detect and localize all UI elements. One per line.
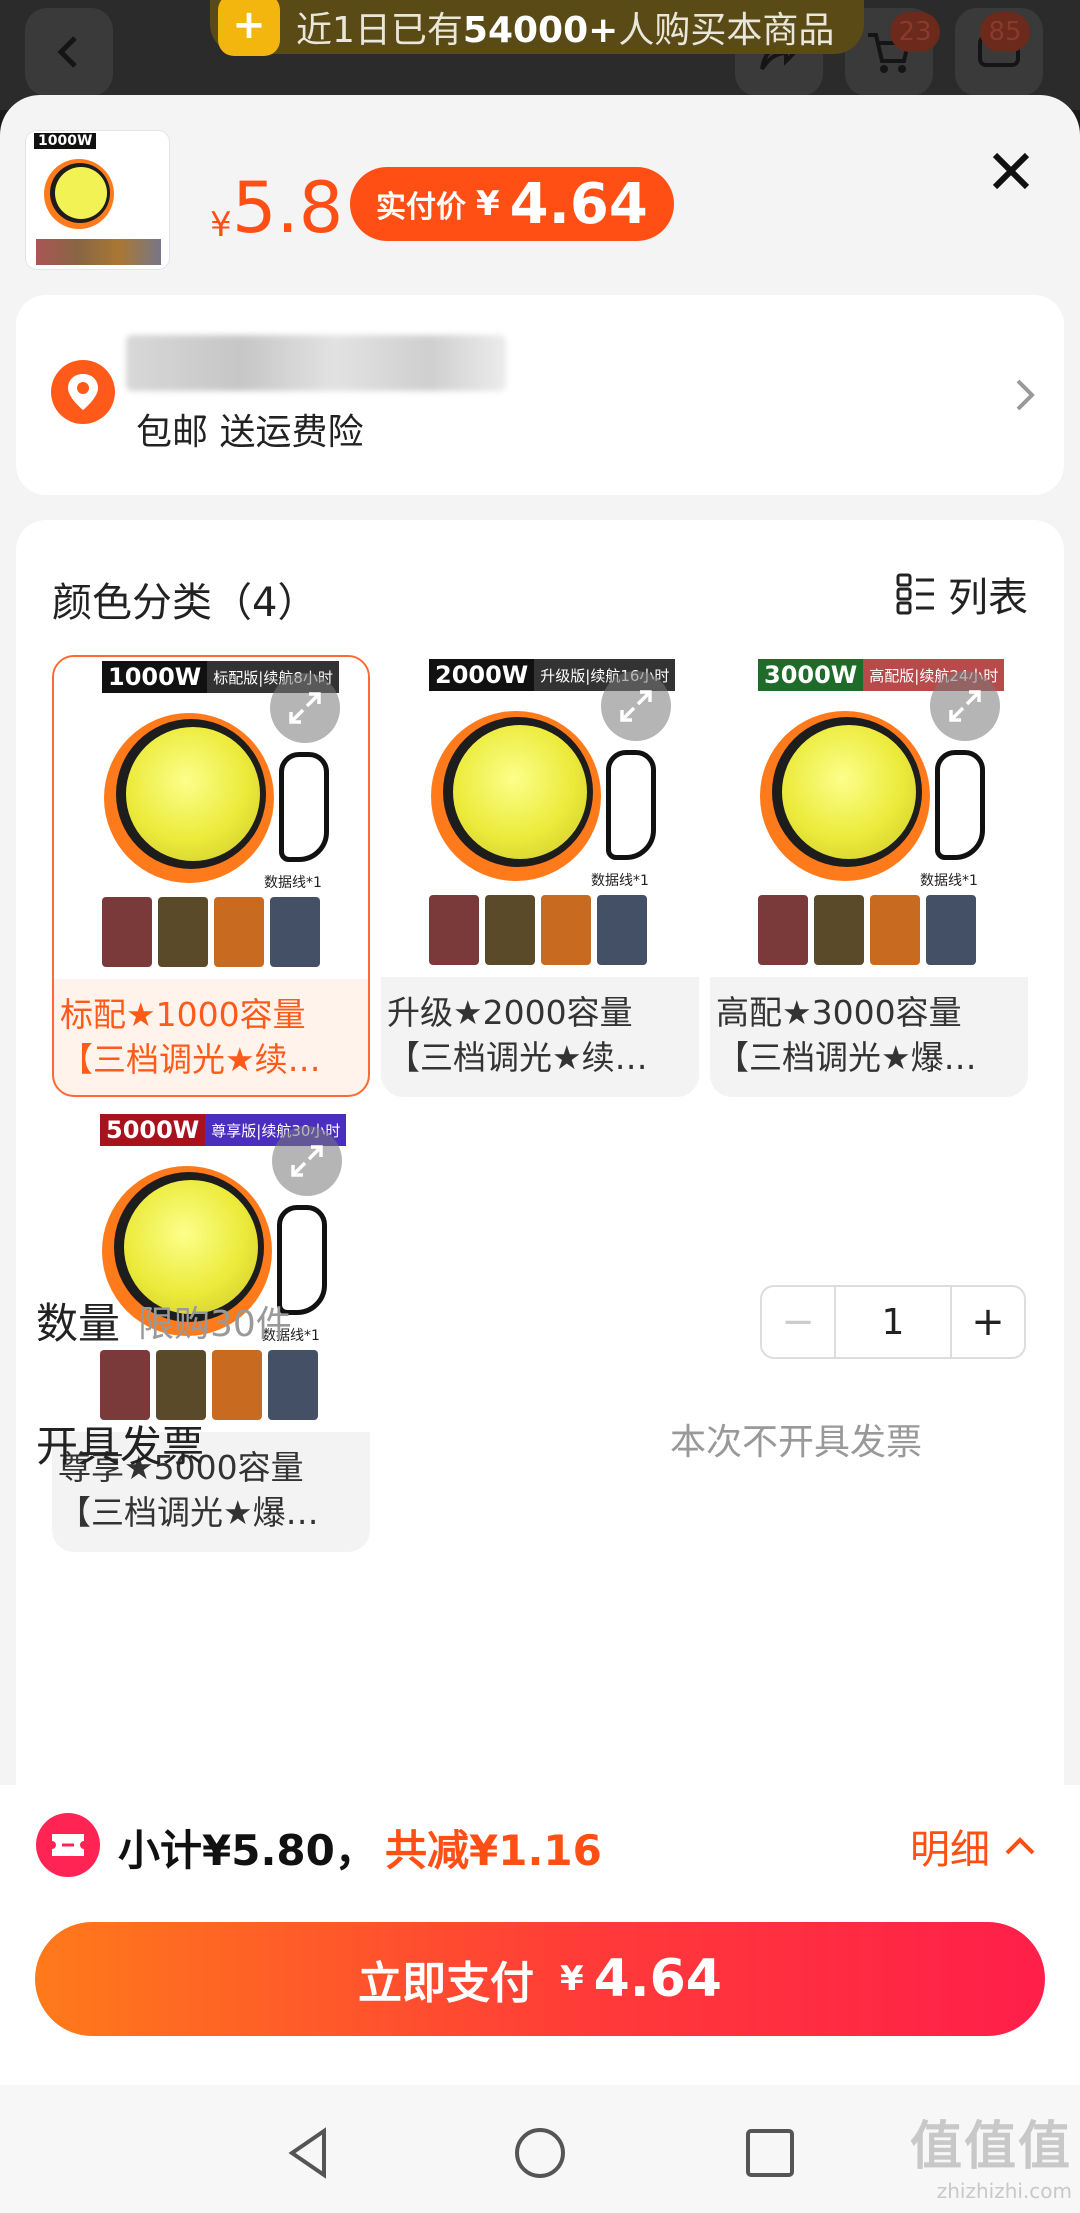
expand-icon: [291, 1145, 323, 1177]
quantity-value[interactable]: 1: [834, 1287, 952, 1357]
nav-recents-icon[interactable]: [742, 2125, 798, 2181]
blurred-address: [126, 335, 506, 391]
nav-home-icon[interactable]: [512, 2125, 568, 2181]
system-navigation-bar: 值值值 zhizhizhi.com: [0, 2085, 1080, 2213]
checkout-footer: 小计¥5.80， 共减¥1.16 明细 立即支付 ¥ 4.64 值值值 zhiz…: [0, 1785, 1080, 2213]
quantity-label: 数量: [36, 1299, 121, 1348]
variant-label-line2: 【三档调光★续…: [60, 1040, 321, 1079]
back-button[interactable]: [25, 8, 113, 96]
pay-now-button[interactable]: 立即支付 ¥ 4.64: [35, 1922, 1045, 2036]
chevron-right-icon: [1016, 379, 1035, 411]
sheet-header: 1000W ¥ 5.8 实付价 ¥ 4.64: [0, 95, 1080, 285]
variant-option-1000w[interactable]: 1000W 标配版|续航8小时 数据线*1 标配★1000容量 【三档调光★续…: [52, 655, 370, 1097]
location-pin-icon: [51, 360, 115, 424]
shipping-info: 包邮 送运费险: [136, 412, 364, 453]
actual-price-currency: ¥: [476, 184, 500, 224]
purchase-promo-banner: + 近1日已有54000+人购买本商品: [210, 0, 865, 56]
sku-selector-sheet: 1000W ¥ 5.8 实付价 ¥ 4.64 包邮 送运费险 颜色分类（4） 列…: [0, 95, 1080, 2213]
variant-label-line2: 【三档调光★爆…: [58, 1493, 319, 1532]
list-view-label: 列表: [948, 575, 1028, 621]
expand-image-button[interactable]: [930, 671, 1000, 741]
actual-price-label: 实付价: [376, 190, 466, 225]
subtotal: 小计¥5.80，: [118, 1826, 377, 1875]
variant-label-line2: 【三档调光★爆…: [716, 1038, 977, 1077]
variant-section-title: 颜色分类（4）: [52, 580, 318, 626]
variant-label-line2: 【三档调光★续…: [387, 1038, 648, 1077]
actual-price-value: 4.64: [509, 171, 648, 237]
invoice-value[interactable]: 本次不开具发票: [670, 1413, 922, 1465]
variant-option-2000w[interactable]: 2000W 升级版|续航16小时 数据线*1 升级★2000容量 【三档调光★续…: [381, 655, 699, 1097]
detail-label: 明细: [910, 1827, 990, 1873]
pay-now-amount: 4.64: [593, 1949, 722, 2009]
price-currency: ¥: [210, 205, 232, 245]
expand-icon: [620, 690, 652, 722]
message-badge: 85: [980, 12, 1030, 52]
thumb-tag: 1000W: [34, 133, 97, 149]
product-thumbnail[interactable]: 1000W: [25, 130, 170, 270]
expand-image-button[interactable]: [272, 1126, 342, 1196]
decrement-button[interactable]: −: [762, 1287, 834, 1357]
expand-image-button[interactable]: [270, 673, 340, 743]
discount-total: 共减¥1.16: [385, 1826, 602, 1875]
cart-badge: 23: [890, 12, 940, 52]
invoice-label: 开具发票: [36, 1422, 205, 1471]
expand-image-button[interactable]: [601, 671, 671, 741]
quantity-stepper: − 1 +: [760, 1285, 1026, 1359]
variant-label-line1: 升级★2000容量: [387, 993, 633, 1032]
variant-label-line1: 标配★1000容量: [60, 995, 306, 1034]
close-icon: [992, 152, 1030, 190]
expand-icon: [289, 692, 321, 724]
address-card[interactable]: 包邮 送运费险: [16, 295, 1064, 495]
variant-label-line1: 高配★3000容量: [716, 993, 962, 1032]
variant-card: 颜色分类（4） 列表 1000W 标配版|续航8小时 数据线*1 标配★1000容…: [16, 520, 1064, 1900]
price: 5.8: [232, 167, 344, 249]
quantity-limit: 限购30件: [138, 1304, 292, 1345]
pay-now-currency: ¥: [560, 1959, 584, 1999]
promo-text: 近1日已有54000+人购买本商品: [296, 10, 835, 51]
list-icon: [896, 573, 934, 615]
watermark: 值值值 zhizhizhi.com: [909, 2117, 1072, 2203]
coupon-icon: [36, 1813, 100, 1877]
list-view-toggle[interactable]: 列表: [896, 565, 1028, 623]
shopping-bag-icon: +: [218, 0, 280, 56]
pay-now-label: 立即支付: [358, 1958, 534, 2009]
actual-price-pill: 实付价 ¥ 4.64: [350, 167, 674, 241]
price-detail-toggle[interactable]: 明细: [910, 1817, 1036, 1875]
expand-icon: [949, 690, 981, 722]
back-icon: [57, 36, 77, 68]
increment-button[interactable]: +: [952, 1287, 1024, 1357]
close-button[interactable]: [985, 145, 1037, 197]
nav-back-icon[interactable]: [282, 2125, 338, 2181]
chevron-up-icon: [1005, 1837, 1035, 1855]
variant-option-3000w[interactable]: 3000W 高配版|续航24小时 数据线*1 高配★3000容量 【三档调光★爆…: [710, 655, 1028, 1097]
